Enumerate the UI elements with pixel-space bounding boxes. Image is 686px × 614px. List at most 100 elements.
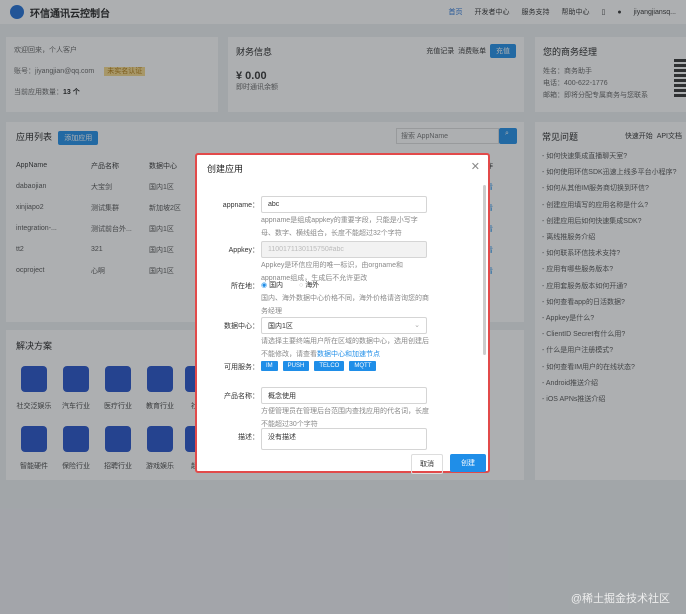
- user-menu[interactable]: jiyangjiansq...: [634, 9, 676, 16]
- product-label: 产品名称：: [224, 393, 259, 400]
- dc-link[interactable]: 数据中心和加速节点: [317, 351, 380, 358]
- verify-badge[interactable]: 未实名认证: [104, 67, 146, 76]
- service-tag-mqtt[interactable]: MQTT: [349, 361, 377, 371]
- faq-item[interactable]: - 应用有哪些服务版本?: [542, 262, 679, 278]
- faq-item[interactable]: - 如何从其他IM服务商切换到环信?: [542, 181, 679, 197]
- description-textarea[interactable]: 没有描述: [261, 428, 427, 450]
- dc-label: 数据中心：: [224, 323, 259, 330]
- welcome-card: 欢迎回来，个人客户 账号：jiyangjian@qq.com 未实名认证 当前应…: [6, 37, 218, 112]
- faq-item[interactable]: - Android推送介绍: [542, 376, 679, 392]
- appkey-hint: Appkey是环信应用的唯一标识，由orgname和appname组成，生成后不…: [261, 262, 403, 282]
- account: jiyangjian@qq.com: [35, 68, 95, 75]
- faq-item[interactable]: - 如何使用环信SDK迅速上线多平台小程序?: [542, 165, 679, 181]
- dc-select[interactable]: 国内1区 ⌄: [261, 317, 427, 334]
- region-radio-domestic[interactable]: ◉ 国内: [261, 280, 283, 290]
- faq-item[interactable]: - 离线推服务介绍: [542, 230, 679, 246]
- create-button[interactable]: 创建: [450, 454, 486, 472]
- desc-label: 描述：: [238, 434, 259, 441]
- industry-icon: [21, 426, 47, 452]
- appkey-input: [261, 241, 427, 258]
- recharge-button[interactable]: 充值: [490, 44, 516, 58]
- logo-icon: [10, 5, 24, 19]
- count-label: 当前应用数量：: [14, 89, 63, 96]
- api-doc-link[interactable]: API文档: [657, 133, 682, 140]
- region-label: 所在地：: [231, 283, 259, 290]
- greeting: 欢迎回来，个人客户: [14, 47, 77, 54]
- manager-name: 姓名：商务助手: [543, 68, 592, 75]
- solution-item[interactable]: 医疗行业: [98, 366, 138, 426]
- bill-link[interactable]: 消费账单: [458, 48, 486, 55]
- faq-item[interactable]: - iOS APNs推送介绍: [542, 392, 679, 408]
- solution-item[interactable]: 教育行业: [140, 366, 180, 426]
- industry-icon: [105, 426, 131, 452]
- manager-title: 您的商务经理: [543, 47, 598, 57]
- industry-icon: [63, 426, 89, 452]
- solution-item[interactable]: 保险行业: [56, 426, 96, 486]
- radio-unchecked-icon: ○: [299, 282, 304, 289]
- appname-label: appname：: [222, 202, 259, 209]
- nav-support[interactable]: 服务支持: [521, 7, 549, 17]
- search-icon[interactable]: ⌕: [499, 128, 517, 144]
- faq-item[interactable]: - 如何查看app的日活数据?: [542, 295, 679, 311]
- faq-item[interactable]: - 创建应用填写的应用名称是什么?: [542, 198, 679, 214]
- finance-title: 财务信息: [236, 47, 273, 57]
- nav-help[interactable]: 帮助中心: [561, 7, 589, 17]
- region-hint: 国内、海外数据中心价格不同，海外价格请咨询您的商务经理: [261, 295, 429, 315]
- appname-hint: appname是组成appkey的重要字段，只能是小写字母、数字、横线组合，长度…: [261, 217, 418, 237]
- create-app-dialog: 创建应用 ✕ appname： appname是组成appkey的重要字段，只能…: [195, 153, 490, 474]
- balance-label: 即时通讯余额: [236, 84, 278, 91]
- brand-title: 环信通讯云控制台: [30, 8, 110, 20]
- solution-item[interactable]: 智能硬件: [14, 426, 54, 486]
- close-icon[interactable]: ✕: [471, 160, 480, 173]
- bell-icon[interactable]: ▯: [601, 8, 605, 16]
- appkey-label: Appkey：: [228, 247, 259, 254]
- recharge-record-link[interactable]: 充值记录: [426, 48, 454, 55]
- avatar[interactable]: ●: [617, 9, 621, 16]
- nav-home[interactable]: 首页: [448, 7, 462, 17]
- industry-icon: [147, 366, 173, 392]
- app-search-input[interactable]: [396, 128, 499, 144]
- industry-icon: [105, 366, 131, 392]
- solutions-title: 解决方案: [16, 341, 53, 351]
- faq-item[interactable]: - 创建应用后如何快速集成SDK?: [542, 214, 679, 230]
- faq-item[interactable]: - 应用套服务版本如何开通?: [542, 279, 679, 295]
- faq-card: 常见问题 快速开始 API文档 - 如何快速集成直播聊天室? - 如何使用环信SD…: [535, 122, 686, 480]
- solution-item[interactable]: 招聘行业: [98, 426, 138, 486]
- services-label: 可用服务：: [224, 364, 259, 371]
- faq-item[interactable]: - 如何快速集成直播聊天室?: [542, 149, 679, 165]
- cancel-button[interactable]: 取消: [411, 454, 443, 474]
- product-name-input[interactable]: [261, 387, 427, 404]
- radio-checked-icon: ◉: [261, 282, 268, 289]
- industry-icon: [63, 366, 89, 392]
- faq-item[interactable]: - Appkey是什么?: [542, 311, 679, 327]
- appname-input[interactable]: [261, 196, 427, 213]
- service-tag-im[interactable]: IM: [261, 361, 278, 371]
- qr-code: [674, 59, 686, 99]
- finance-card: 财务信息 充值记录 消费账单 充值 ¥ 0.00 即时通讯余额: [228, 37, 524, 112]
- region-radio-overseas[interactable]: ○ 海外: [299, 280, 319, 290]
- nav-developer[interactable]: 开发者中心: [474, 7, 509, 17]
- quick-start-link[interactable]: 快速开始: [625, 133, 653, 140]
- app-list-title: 应用列表: [16, 132, 53, 142]
- industry-icon: [147, 426, 173, 452]
- service-tag-telco[interactable]: TELCO: [314, 361, 345, 371]
- solution-item[interactable]: 游戏娱乐: [140, 426, 180, 486]
- manager-card: 您的商务经理 姓名：商务助手 电话：400-622-1776 邮箱：即将分配专属…: [535, 37, 686, 112]
- faq-item[interactable]: - 如何查看IM用户的在线状态?: [542, 360, 679, 376]
- industry-icon: [21, 366, 47, 392]
- scrollbar[interactable]: [483, 185, 486, 355]
- dialog-title: 创建应用: [207, 164, 244, 174]
- service-tag-push[interactable]: PUSH: [282, 361, 310, 371]
- balance: ¥ 0.00: [236, 70, 267, 82]
- faq-item[interactable]: - ClientID Secret有什么用?: [542, 327, 679, 343]
- faq-title: 常见问题: [542, 132, 579, 142]
- chevron-down-icon: ⌄: [414, 322, 420, 329]
- manager-email: 邮箱：即将分配专属商务与您联系: [543, 92, 648, 99]
- app-count: 13 个: [63, 89, 80, 96]
- solution-item[interactable]: 社交泛娱乐: [14, 366, 54, 426]
- add-app-button[interactable]: 添加应用: [58, 131, 99, 145]
- account-label: 账号：: [14, 68, 35, 75]
- faq-item[interactable]: - 什么是用户注册模式?: [542, 343, 679, 359]
- solution-item[interactable]: 汽车行业: [56, 366, 96, 426]
- faq-item[interactable]: - 如何联系环信技术支持?: [542, 246, 679, 262]
